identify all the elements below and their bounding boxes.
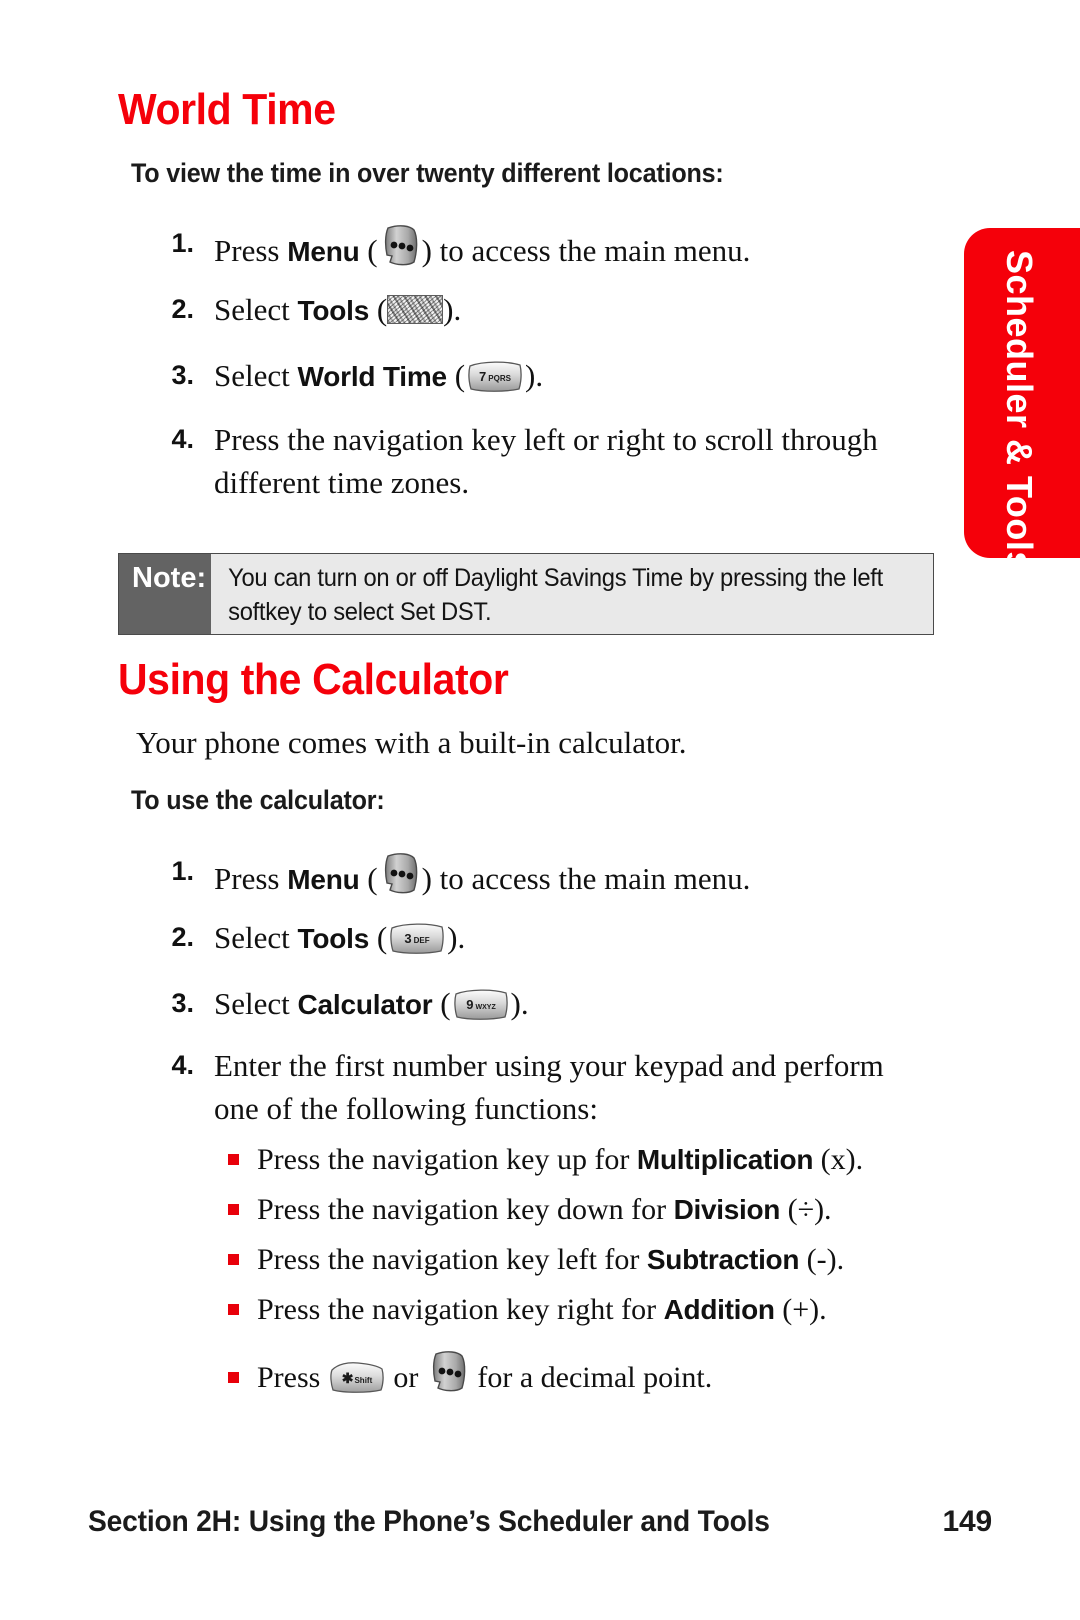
bullet-bold-label: Multiplication xyxy=(636,1144,814,1175)
paren-open: ( xyxy=(440,986,451,1021)
step-number: 1. xyxy=(171,228,194,258)
step-number: 4. xyxy=(171,1050,194,1080)
step-number: 2. xyxy=(171,294,194,324)
bullet-bold-label: Subtraction xyxy=(646,1244,800,1275)
step-number: 4. xyxy=(171,424,194,454)
key-3-def-icon: 3 DEF xyxy=(387,921,447,955)
calculator-step-4: 4. Enter the first number using your key… xyxy=(150,1044,910,1130)
world-time-intro: To view the time in over twenty differen… xyxy=(131,158,724,188)
step-text-pre: Select xyxy=(214,292,298,327)
paren-close: ) xyxy=(421,861,432,896)
bullet-bold-label: Addition xyxy=(663,1294,775,1325)
manual-page: Scheduler & Tools World Time To view the… xyxy=(0,0,1080,1620)
star-shift-key-icon: ✱Shift xyxy=(328,1360,386,1394)
bullet-square-icon xyxy=(228,1304,239,1315)
bullet-text-post: (-). xyxy=(799,1243,845,1276)
step-text-post: to access the main menu. xyxy=(431,861,751,896)
bullet-text-post: for a decimal point. xyxy=(469,1361,713,1394)
list-item: Press the navigation key down for Divisi… xyxy=(228,1190,832,1230)
paren-open: ( xyxy=(367,861,378,896)
list-item: Press the navigation key up for Multipli… xyxy=(228,1140,863,1180)
menu-key-icon xyxy=(426,1348,470,1394)
side-tab-scheduler-tools: Scheduler & Tools xyxy=(964,228,1080,558)
calculator-step-3: 3. Select Calculator (9 WXYZ). xyxy=(150,982,950,1026)
bullet-square-icon xyxy=(228,1254,239,1265)
calculator-step-1: 1. Press Menu () to access the main menu… xyxy=(150,850,950,901)
calculator-intro: To use the calculator: xyxy=(131,785,385,815)
bullet-text-post: (x). xyxy=(813,1143,864,1176)
noise-key-icon xyxy=(387,295,444,324)
step-bold-label: Tools xyxy=(297,923,370,954)
note-box: Note: You can turn on or off Daylight Sa… xyxy=(118,553,934,635)
step-bold-label: Tools xyxy=(297,295,370,326)
paren-open: ( xyxy=(376,920,388,955)
bullet-square-icon xyxy=(228,1204,239,1215)
world-time-step-3: 3. Select World Time (7 PQRS). xyxy=(150,354,950,398)
step-bold-label: Calculator xyxy=(297,989,433,1020)
paren-open: ( xyxy=(376,292,388,327)
step-number: 3. xyxy=(171,360,194,390)
step-bold-label: World Time xyxy=(297,361,448,392)
paren-close: ) xyxy=(525,358,536,393)
bullet-text-mid: or xyxy=(385,1361,426,1394)
step-number: 1. xyxy=(171,856,194,886)
paren-close: ) xyxy=(443,292,454,327)
side-tab-label: Scheduler & Tools xyxy=(999,250,1040,558)
world-time-step-4: 4. Press the navigation key left or righ… xyxy=(150,418,950,504)
step-bold-label: Menu xyxy=(287,864,360,895)
key-9-wxyz-icon: 9 WXYZ xyxy=(451,987,511,1021)
bullet-square-icon xyxy=(228,1154,239,1165)
step-text-post: . xyxy=(520,986,529,1021)
step-text-pre: Enter the first number using your keypad… xyxy=(214,1048,884,1126)
step-text-post: . xyxy=(453,292,462,327)
bullet-text-post: (÷). xyxy=(780,1193,832,1226)
step-text-pre: Select xyxy=(214,920,298,955)
page-title-using-calculator: Using the Calculator xyxy=(118,655,509,704)
footer-page-number: 149 xyxy=(942,1505,993,1538)
bullet-text-post: (+). xyxy=(774,1293,827,1326)
page-footer: Section 2H: Using the Phone’s Scheduler … xyxy=(88,1505,992,1539)
step-text-pre: Select xyxy=(214,358,298,393)
list-item: Press the navigation key left for Subtra… xyxy=(228,1240,844,1280)
menu-key-icon xyxy=(378,850,422,896)
step-number: 2. xyxy=(171,922,194,952)
paren-close: ) xyxy=(421,233,432,268)
bullet-text-pre: Press the navigation key right for xyxy=(257,1293,664,1326)
bullet-bold-label: Division xyxy=(673,1194,781,1225)
list-item-decimal: Press ✱Shift or for a decimal point. xyxy=(228,1348,712,1398)
footer-section-title: Section 2H: Using the Phone’s Scheduler … xyxy=(88,1505,770,1538)
calculator-paragraph: Your phone comes with a built-in calcula… xyxy=(136,725,687,760)
bullet-square-icon xyxy=(228,1372,239,1383)
step-text-post: to access the main menu. xyxy=(431,233,751,268)
world-time-step-1: 1. Press Menu () to access the main menu… xyxy=(150,222,950,273)
world-time-step-2: 2. Select Tools (). xyxy=(150,288,950,332)
paren-open: ( xyxy=(367,233,378,268)
step-text-post: . xyxy=(457,920,466,955)
menu-key-icon xyxy=(378,222,422,268)
note-text: You can turn on or off Daylight Savings … xyxy=(228,564,883,626)
paren-open: ( xyxy=(454,358,466,393)
step-text-pre: Press xyxy=(214,861,288,896)
step-text-post: . xyxy=(535,358,544,393)
step-bold-label: Menu xyxy=(287,236,360,267)
page-title-world-time: World Time xyxy=(118,85,336,134)
bullet-text-pre: Press the navigation key up for xyxy=(257,1143,637,1176)
bullet-text-pre: Press the navigation key down for xyxy=(257,1193,674,1226)
paren-close: ) xyxy=(510,986,521,1021)
calculator-step-2: 2. Select Tools (3 DEF). xyxy=(150,916,950,960)
paren-close: ) xyxy=(447,920,458,955)
bullet-text-pre: Press the navigation key left for xyxy=(257,1243,647,1276)
step-text-pre: Select xyxy=(214,986,298,1021)
note-label: Note: xyxy=(119,554,211,634)
step-text-pre: Press xyxy=(214,233,288,268)
list-item: Press the navigation key right for Addit… xyxy=(228,1290,827,1330)
step-text-pre: Press the navigation key left or right t… xyxy=(214,422,878,500)
step-number: 3. xyxy=(171,988,194,1018)
key-7-pqrs-icon: 7 PQRS xyxy=(465,359,525,393)
bullet-text-pre: Press xyxy=(257,1361,328,1394)
